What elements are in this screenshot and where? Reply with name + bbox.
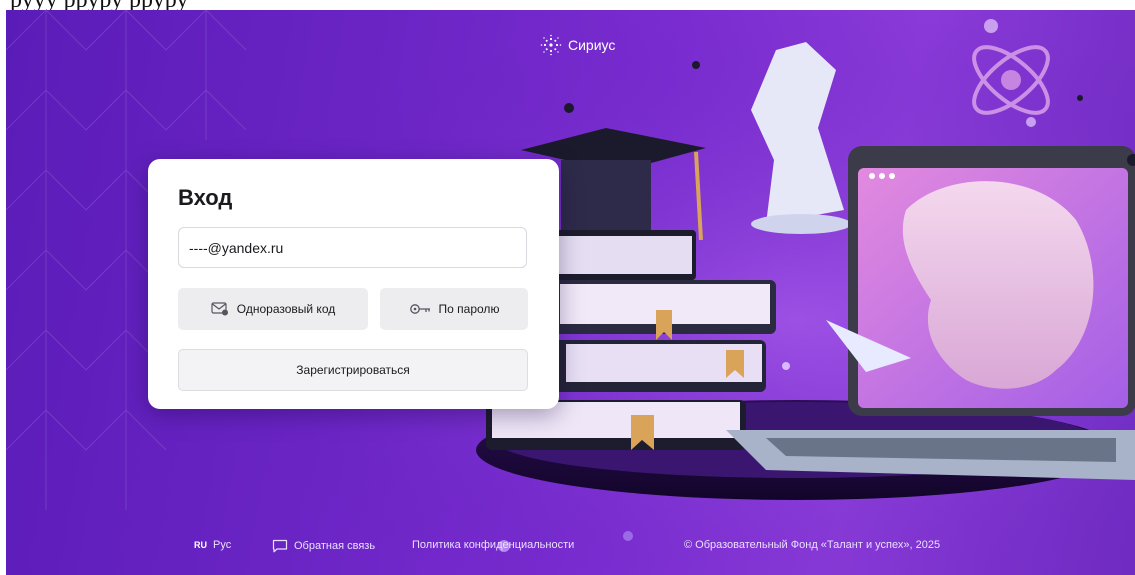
copyright-text: © Образовательный Фонд «Талант и успех»,… — [684, 539, 941, 551]
language-name: Рус — [213, 539, 232, 551]
key-icon — [409, 304, 430, 314]
email-input[interactable] — [178, 227, 527, 268]
sirius-logo-icon — [540, 34, 562, 56]
password-button-label: По паролю — [438, 302, 500, 316]
register-button[interactable]: Зарегистрироваться — [178, 349, 528, 391]
feedback-link[interactable]: Обратная связь — [272, 539, 375, 553]
login-card: Вход Одноразовый код По паролю Зарегистр… — [148, 159, 559, 409]
language-code: RU — [194, 540, 207, 550]
privacy-policy-label: Политика конфиденциальности — [412, 539, 575, 551]
feedback-label: Обратная связь — [294, 540, 376, 552]
footer: RU Рус Обратная связь Политика конфиденц… — [6, 531, 1135, 561]
password-button[interactable]: По паролю — [380, 288, 528, 330]
chat-icon — [272, 539, 288, 553]
privacy-policy-link[interactable]: Политика конфиденциальности — [412, 539, 574, 551]
top-caption: рууу рруру рруру — [0, 0, 1135, 10]
register-button-label: Зарегистрироваться — [296, 363, 410, 377]
otp-button[interactable]: Одноразовый код — [178, 288, 368, 330]
main-stage: Сириус Вход Одноразовый код По паролю За… — [6, 10, 1135, 575]
copyright: © Образовательный Фонд «Талант и успех»,… — [684, 539, 940, 551]
top-caption-text: рууу рруру рруру — [10, 0, 188, 10]
login-title: Вход — [178, 185, 233, 210]
language-switcher[interactable]: RU Рус — [194, 539, 231, 551]
mail-icon — [211, 302, 228, 316]
brand-logo[interactable]: Сириус — [540, 34, 615, 56]
brand-name: Сириус — [568, 37, 616, 53]
otp-button-label: Одноразовый код — [236, 302, 336, 316]
